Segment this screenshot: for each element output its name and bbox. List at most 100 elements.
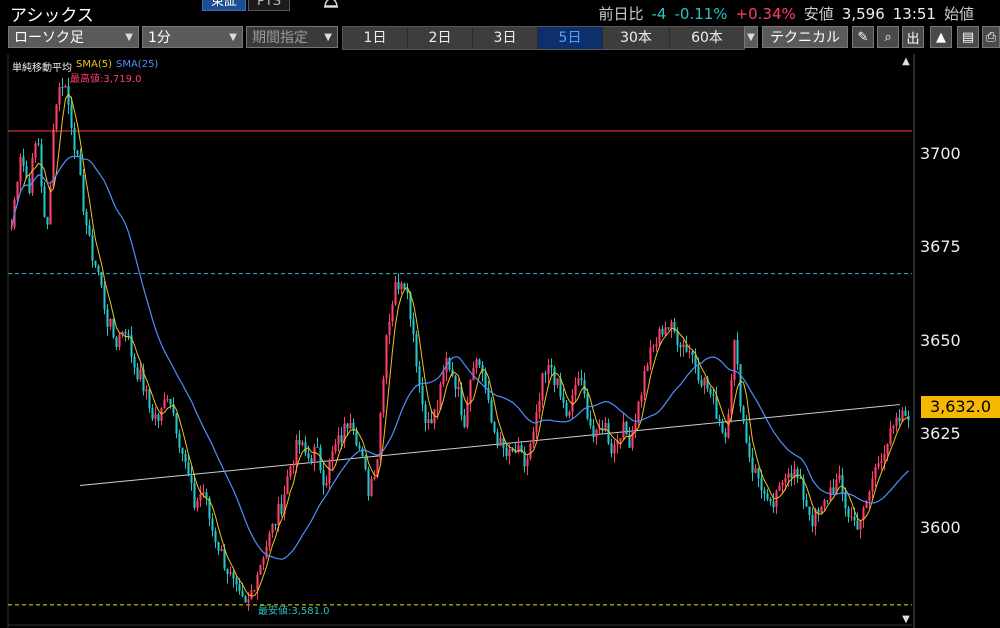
candle-body <box>751 457 754 473</box>
current-price-tag: 3,632.0 <box>921 396 1000 418</box>
candle-body <box>544 373 547 375</box>
y-tick-label: 3700 <box>920 144 961 163</box>
candle-body <box>709 388 712 395</box>
chart-type-select[interactable]: ローソク足 ▼ <box>8 26 139 48</box>
candle-body <box>94 260 97 266</box>
candle-body <box>205 492 208 498</box>
candle-body <box>97 265 100 273</box>
volume-icon[interactable]: 出 <box>902 26 924 48</box>
tab-tse[interactable]: 東証 <box>202 0 247 11</box>
candle-body <box>313 446 316 463</box>
period-2d[interactable]: 2日 <box>408 27 473 49</box>
candle-body <box>247 599 250 603</box>
candle-body <box>31 157 34 194</box>
period-more-dropdown[interactable]: ▼ <box>744 26 758 48</box>
candle-body <box>646 365 649 371</box>
candle-body <box>133 356 136 368</box>
candle-body <box>787 473 790 478</box>
candle-body <box>301 442 304 446</box>
tab-pts[interactable]: PTS <box>248 0 291 11</box>
draw-icon[interactable]: ✎ <box>852 26 874 48</box>
candle-body <box>907 416 910 421</box>
period-3d[interactable]: 3日 <box>473 27 538 49</box>
candle-body <box>316 446 319 448</box>
candle-body <box>43 186 46 217</box>
candle-body <box>364 456 367 470</box>
technical-button[interactable]: テクニカル <box>762 26 848 48</box>
candle-body <box>166 398 169 400</box>
period-tabs: 1日 2日 3日 5日 30本 60本 <box>342 26 745 50</box>
price-chart[interactable]: 単純移動平均 SMA(5) SMA(25) 3700 3675 3650 362… <box>0 54 1000 628</box>
candle-body <box>403 283 406 290</box>
save-icon[interactable]: ▤ <box>957 26 979 48</box>
alert-bell-icon[interactable] <box>322 0 340 10</box>
candle-body <box>760 478 763 491</box>
candle-body <box>484 372 487 389</box>
candle-body <box>373 476 376 480</box>
candle-body <box>388 321 391 336</box>
candle-body <box>493 422 496 433</box>
candle-body <box>562 396 565 403</box>
period-60bars[interactable]: 60本 <box>670 27 744 49</box>
scroll-up-icon[interactable]: ▲ <box>899 56 913 68</box>
candle-body <box>649 347 652 366</box>
candle-body <box>139 369 142 380</box>
period-5d[interactable]: 5日 <box>538 27 603 49</box>
candle-body <box>295 439 298 466</box>
scroll-down-icon[interactable]: ▼ <box>899 614 913 626</box>
candle-body <box>217 542 220 551</box>
candle-body <box>805 500 808 507</box>
candle-body <box>850 516 853 518</box>
symbol-name: アシックス <box>10 6 94 26</box>
print-icon[interactable]: ⎙ <box>982 26 1000 48</box>
candle-body <box>619 438 622 441</box>
candle-body <box>715 395 718 419</box>
candle-body <box>841 475 844 493</box>
zoom-icon[interactable]: ⌕ <box>877 26 899 48</box>
low-value: 3,596 <box>841 5 885 23</box>
candle-body <box>106 309 109 327</box>
candle-body <box>655 343 658 347</box>
candle-body <box>115 337 118 347</box>
candle-body <box>277 503 280 526</box>
trendline <box>79 404 901 486</box>
candle-body <box>478 359 481 366</box>
period-range-select[interactable]: 期間指定 ▼ <box>246 26 338 48</box>
exchange-tabs: 東証 PTS <box>202 0 291 11</box>
candle-body <box>808 506 811 516</box>
candle-body <box>727 413 730 438</box>
candle-body <box>127 333 130 336</box>
area-chart-icon[interactable]: ▲ <box>930 26 952 48</box>
candle-body <box>265 546 268 559</box>
candle-body <box>499 437 502 446</box>
period-1d[interactable]: 1日 <box>343 27 408 49</box>
candle-body <box>871 478 874 492</box>
candle-body <box>757 468 760 479</box>
header-bar: アシックス 東証 PTS 前日比 -4 -0.11% +0.34% 安値 3,5… <box>0 0 1000 26</box>
candle-body <box>604 422 607 430</box>
candle-body <box>697 366 700 381</box>
candle-body <box>811 515 814 527</box>
candle-body <box>703 377 706 386</box>
candle-body <box>766 493 769 500</box>
candle-body <box>895 417 898 427</box>
candle-body <box>241 591 244 597</box>
interval-select[interactable]: 1分 ▼ <box>142 26 243 48</box>
candle-body <box>676 331 679 345</box>
candle-body <box>73 127 76 151</box>
period-30bars[interactable]: 30本 <box>603 27 670 49</box>
candle-body <box>490 399 493 423</box>
candle-body <box>253 590 256 592</box>
candle-body <box>778 485 781 491</box>
candle-body <box>823 500 826 507</box>
chevron-down-icon: ▼ <box>229 32 237 43</box>
change-label: 前日比 <box>598 5 644 23</box>
candle-body <box>109 318 112 327</box>
candle-body <box>772 501 775 508</box>
candle-body <box>796 468 799 479</box>
candle-body <box>334 444 337 452</box>
candle-body <box>100 272 103 286</box>
candle-body <box>184 453 187 462</box>
candle-body <box>556 378 559 386</box>
chart-canvas[interactable] <box>0 54 1000 628</box>
